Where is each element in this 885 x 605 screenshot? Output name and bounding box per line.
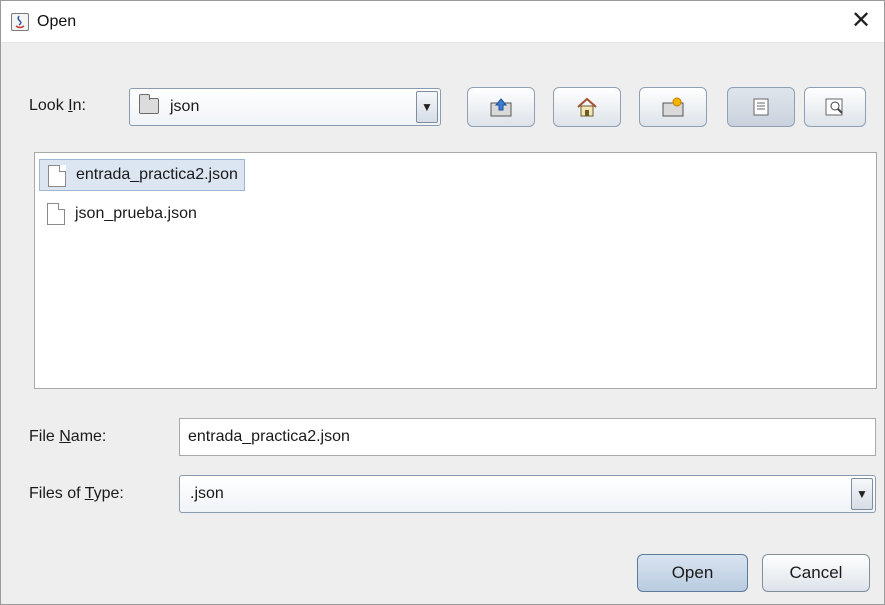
file-name-label: entrada_practica2.json	[76, 166, 238, 183]
up-one-level-button[interactable]	[467, 87, 535, 127]
close-button[interactable]: ✕	[846, 5, 876, 37]
look-in-label: Look In:	[29, 97, 86, 114]
cancel-button[interactable]: Cancel	[762, 554, 870, 592]
file-name-field[interactable]	[179, 418, 876, 456]
new-folder-button[interactable]	[639, 87, 707, 127]
file-name-label: File Name:	[29, 428, 107, 445]
title-bar[interactable]: Open ✕	[1, 1, 884, 43]
file-name-input[interactable]	[180, 419, 875, 455]
java-app-icon	[11, 13, 29, 31]
files-of-type-value: .json	[190, 485, 224, 502]
chevron-down-icon[interactable]: ▼	[851, 478, 873, 510]
file-icon	[48, 165, 66, 187]
look-in-combo[interactable]: json ▼	[129, 88, 441, 126]
home-icon	[575, 96, 599, 118]
files-of-type-combo[interactable]: .json ▼	[179, 475, 876, 513]
details-view-icon	[823, 96, 847, 118]
details-view-button[interactable]	[804, 87, 866, 127]
window-title: Open	[37, 13, 77, 30]
list-item[interactable]: json_prueba.json	[39, 198, 203, 230]
look-in-value: json	[170, 98, 200, 115]
new-folder-icon	[661, 96, 685, 118]
files-of-type-label: Files of Type:	[29, 485, 124, 502]
folder-icon	[139, 94, 159, 114]
file-name-label: json_prueba.json	[75, 205, 197, 222]
list-view-button[interactable]	[727, 87, 795, 127]
open-file-dialog: Open ✕ Look In: json ▼ entrada_practica2…	[0, 0, 885, 605]
list-item[interactable]: entrada_practica2.json	[39, 159, 245, 191]
up-one-level-icon	[489, 96, 513, 118]
home-button[interactable]	[553, 87, 621, 127]
file-icon	[47, 203, 65, 225]
open-button[interactable]: Open	[637, 554, 748, 592]
chevron-down-icon[interactable]: ▼	[416, 91, 438, 123]
list-view-icon	[749, 96, 773, 118]
file-list[interactable]: entrada_practica2.json json_prueba.json	[34, 152, 877, 389]
